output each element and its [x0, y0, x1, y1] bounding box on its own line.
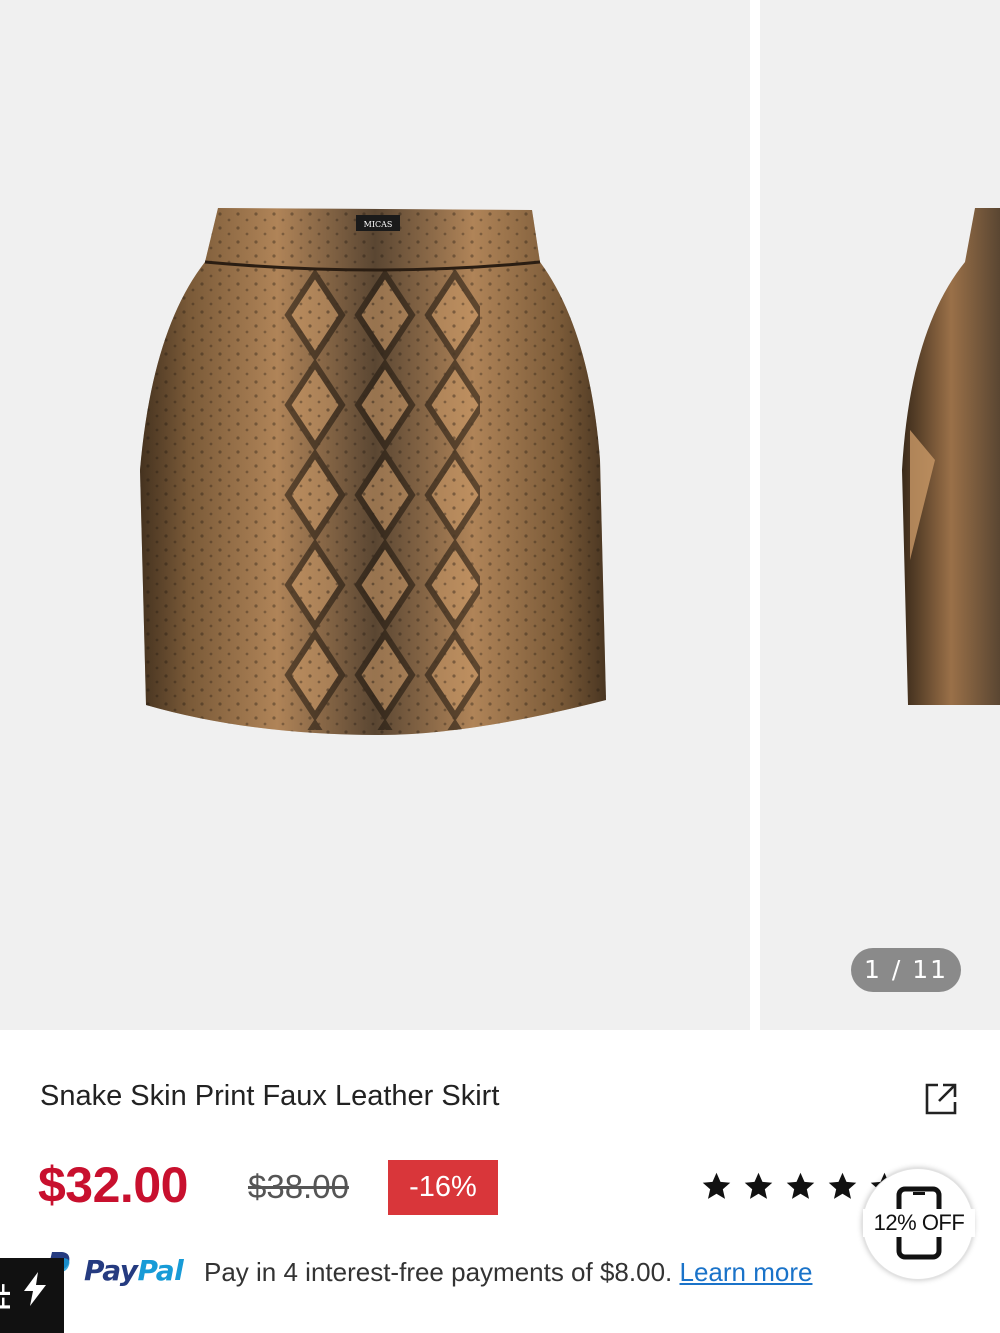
star-icon	[744, 1172, 773, 1199]
product-image-main[interactable]: MICAS	[0, 0, 750, 1030]
brand-label: MICAS	[364, 220, 393, 229]
learn-more-link[interactable]: Learn more	[680, 1257, 813, 1287]
discount-badge: -16%	[388, 1160, 498, 1215]
app-discount-label: 12% OFF	[863, 1209, 975, 1237]
sale-price: $32.00	[38, 1157, 188, 1213]
skirt-image-peek	[902, 208, 1000, 705]
flash-sale-tab[interactable]: FF	[0, 1258, 64, 1333]
star-icon	[702, 1172, 731, 1199]
paypal-logo: PayPal	[84, 1254, 184, 1287]
skirt-image: MICAS	[140, 208, 606, 735]
paypal-installments-text: Pay in 4 interest-free payments of $8.00…	[204, 1257, 812, 1288]
product-title: Snake Skin Print Faux Leather Skirt	[40, 1080, 500, 1112]
original-price: $38.00	[248, 1168, 349, 1205]
star-icon	[786, 1172, 815, 1199]
flash-sale-label: FF	[0, 1283, 15, 1310]
app-discount-badge[interactable]: 12% OFF	[862, 1168, 975, 1280]
share-icon[interactable]	[922, 1080, 960, 1118]
star-icon	[828, 1172, 857, 1199]
image-counter: 1 / 11	[851, 948, 961, 992]
product-image-next[interactable]	[760, 0, 1000, 1030]
paypal-message: Pay in 4 interest-free payments of $8.00…	[204, 1257, 673, 1287]
lightning-icon	[24, 1272, 46, 1306]
product-image-gallery[interactable]: MICAS 1 / 11	[0, 0, 1000, 1030]
